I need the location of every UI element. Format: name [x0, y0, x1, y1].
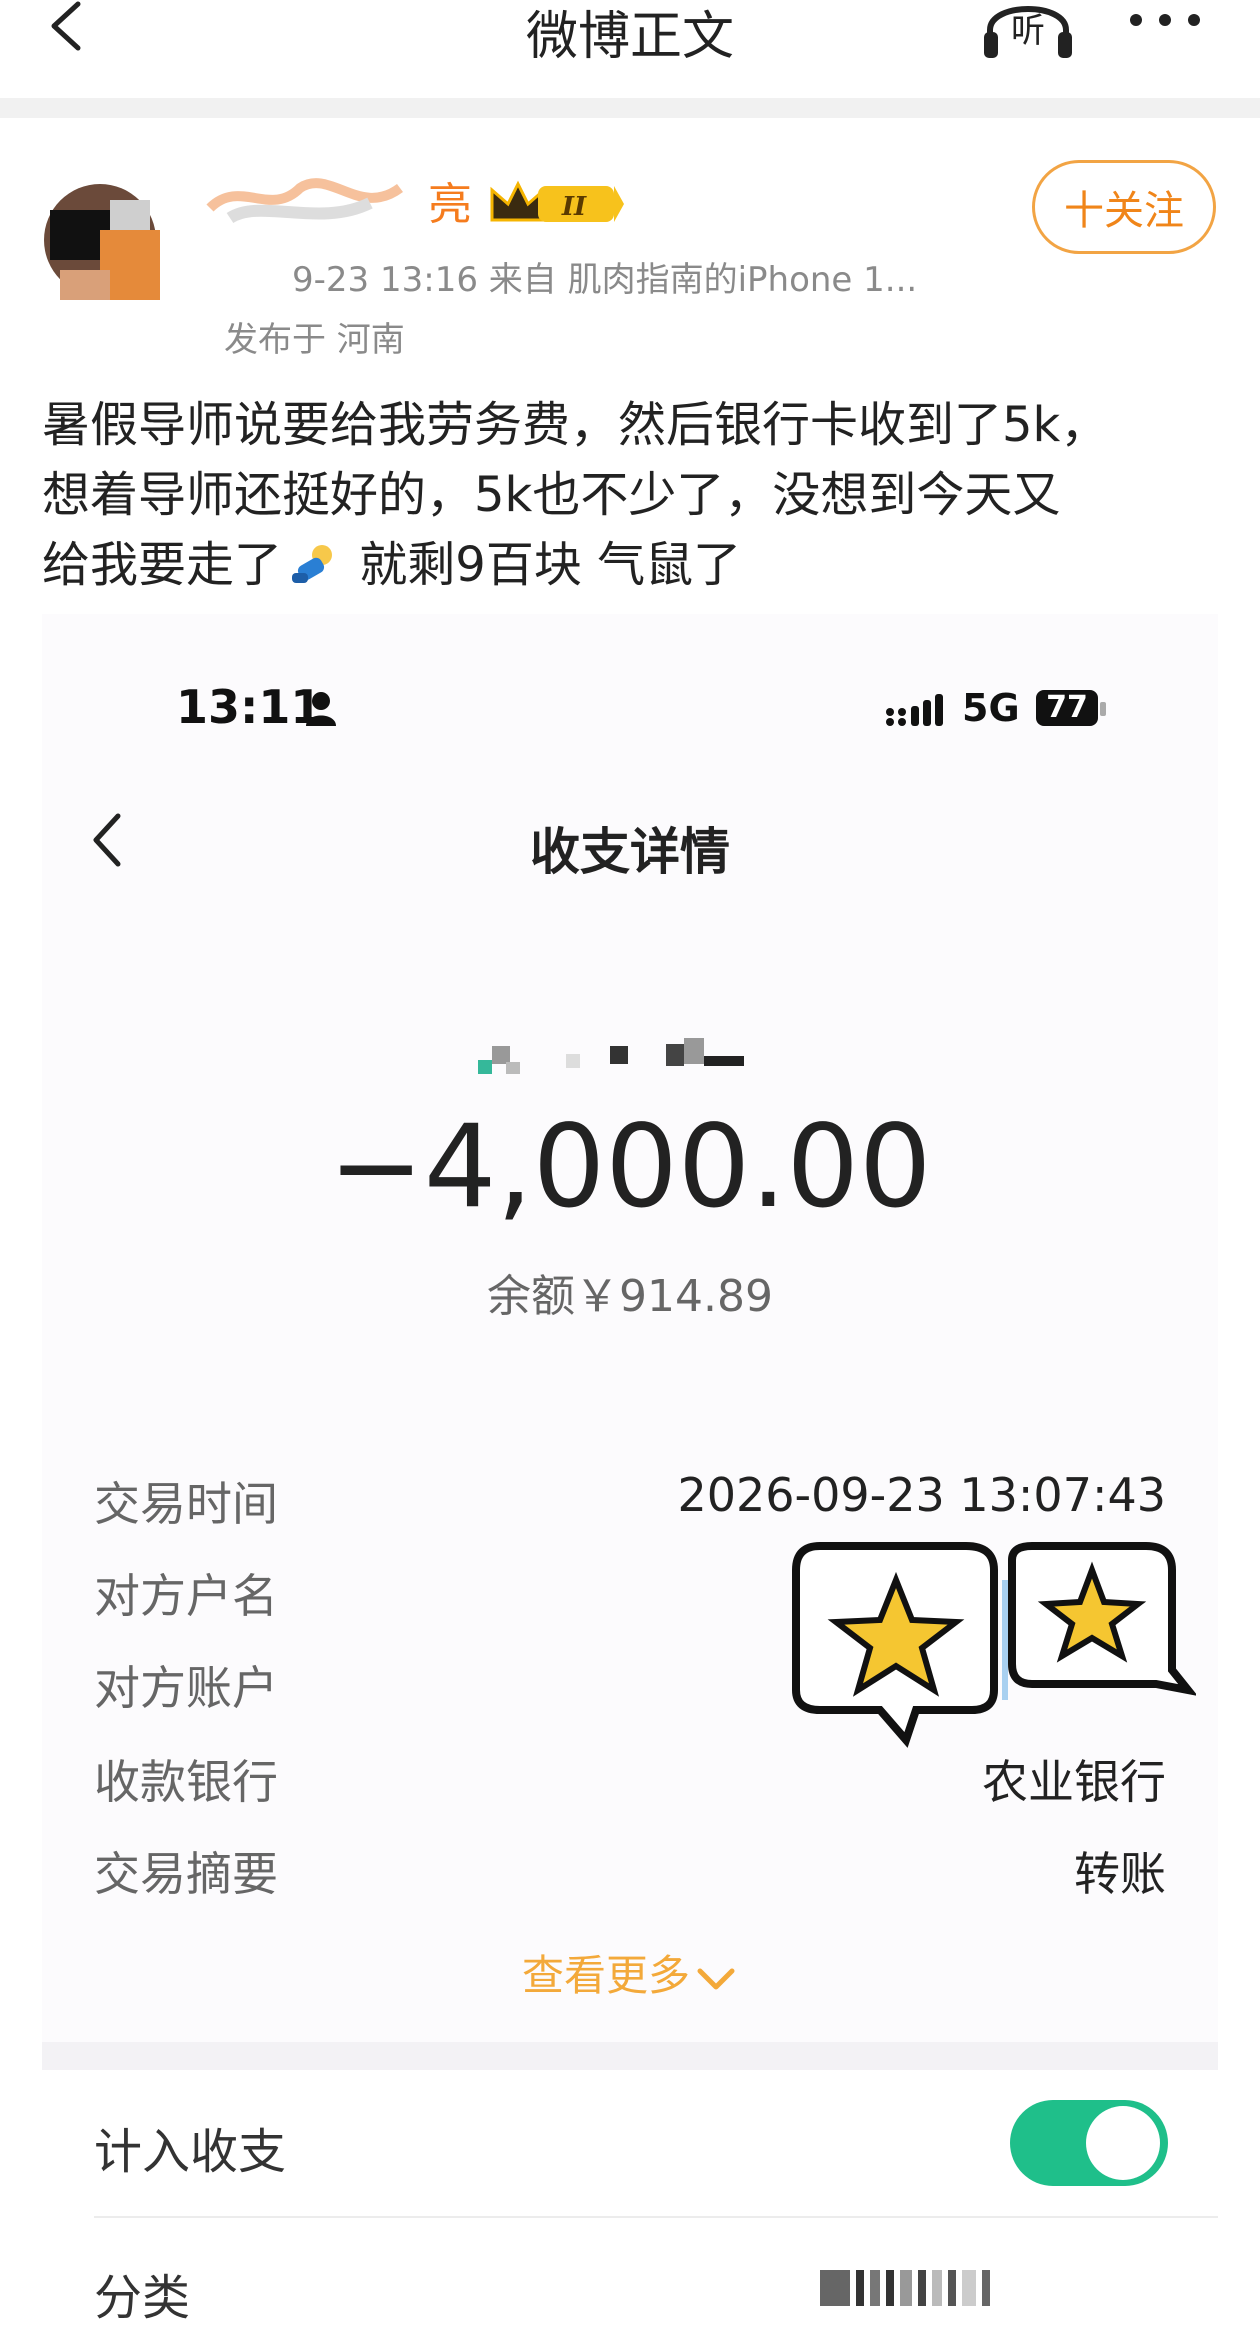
network-label: 5G — [962, 686, 1020, 730]
post-line-1: 暑假导师说要给我劳务费，然后银行卡收到了5k， — [42, 397, 1109, 453]
status-time: 13:11 — [176, 680, 323, 734]
row-label-summary: 交易摘要 — [94, 1847, 278, 1901]
star-sticker-censor — [792, 1542, 1196, 1748]
row-divider — [94, 2216, 1218, 2218]
chevron-down-icon — [697, 1968, 735, 1989]
vip-crown-badge-icon[interactable]: II — [486, 176, 626, 232]
praying-emoji-icon — [292, 545, 333, 583]
row-label-payee-name: 对方户名 — [94, 1569, 278, 1623]
row-label-bank: 收款银行 — [94, 1755, 278, 1809]
row-label-payee-account: 对方账户 — [94, 1661, 278, 1715]
post-line-2: 想着导师还挺好的，5k也不少了，没想到今天又 — [42, 467, 1061, 523]
vip-level: II — [561, 192, 587, 222]
more-options-icon[interactable] — [1126, 4, 1204, 38]
signal-icon — [886, 694, 943, 726]
view-more-link[interactable]: 查看更多 — [0, 1942, 1260, 2003]
author-name[interactable]: 亮 — [428, 168, 472, 232]
row-value-summary: 转账 — [1074, 1847, 1166, 1901]
post-body: 暑假导师说要给我劳务费，然后银行卡收到了5k， 想着导师还挺好的，5k也不少了，… — [42, 390, 1232, 600]
post-location: 发布于 河南 — [224, 320, 405, 360]
balance-text: 余额￥914.89 — [487, 1271, 773, 1322]
author-avatar[interactable] — [40, 170, 170, 320]
battery-level: 77 — [1036, 690, 1098, 726]
listen-headphone-icon[interactable]: 听 — [980, 0, 1076, 62]
transaction-amount: −4,000.00 — [328, 1100, 932, 1233]
person-icon — [306, 692, 336, 726]
header-separator — [0, 98, 1260, 118]
name-censor-scribble — [206, 178, 403, 224]
post-line-3: 给我要走了 就剩9百块 气鼠了 — [42, 530, 1232, 600]
follow-button[interactable]: 十关注 — [1032, 160, 1216, 254]
category-label: 分类 — [94, 2270, 191, 2326]
row-label-time: 交易时间 — [94, 1477, 278, 1531]
toggle-knob — [1086, 2106, 1160, 2180]
mosaic-censor — [478, 1038, 744, 1074]
post-line-3b: 就剩9百块 气鼠了 — [344, 537, 742, 593]
section-gap — [42, 2042, 1218, 2070]
post-meta: 9-23 13:16 来自 肌肉指南的iPhone 1... — [292, 260, 918, 300]
screenshot-title: 收支详情 — [530, 823, 730, 881]
listen-label: 听 — [1011, 11, 1045, 51]
count-in-label: 计入收支 — [94, 2124, 287, 2180]
view-more-label: 查看更多 — [521, 1951, 690, 2000]
row-value-time: 2026-09-23 13:07:43 — [677, 1468, 1166, 1522]
post-line-3a: 给我要走了 — [42, 537, 283, 593]
category-value-censored[interactable] — [820, 2262, 1080, 2312]
